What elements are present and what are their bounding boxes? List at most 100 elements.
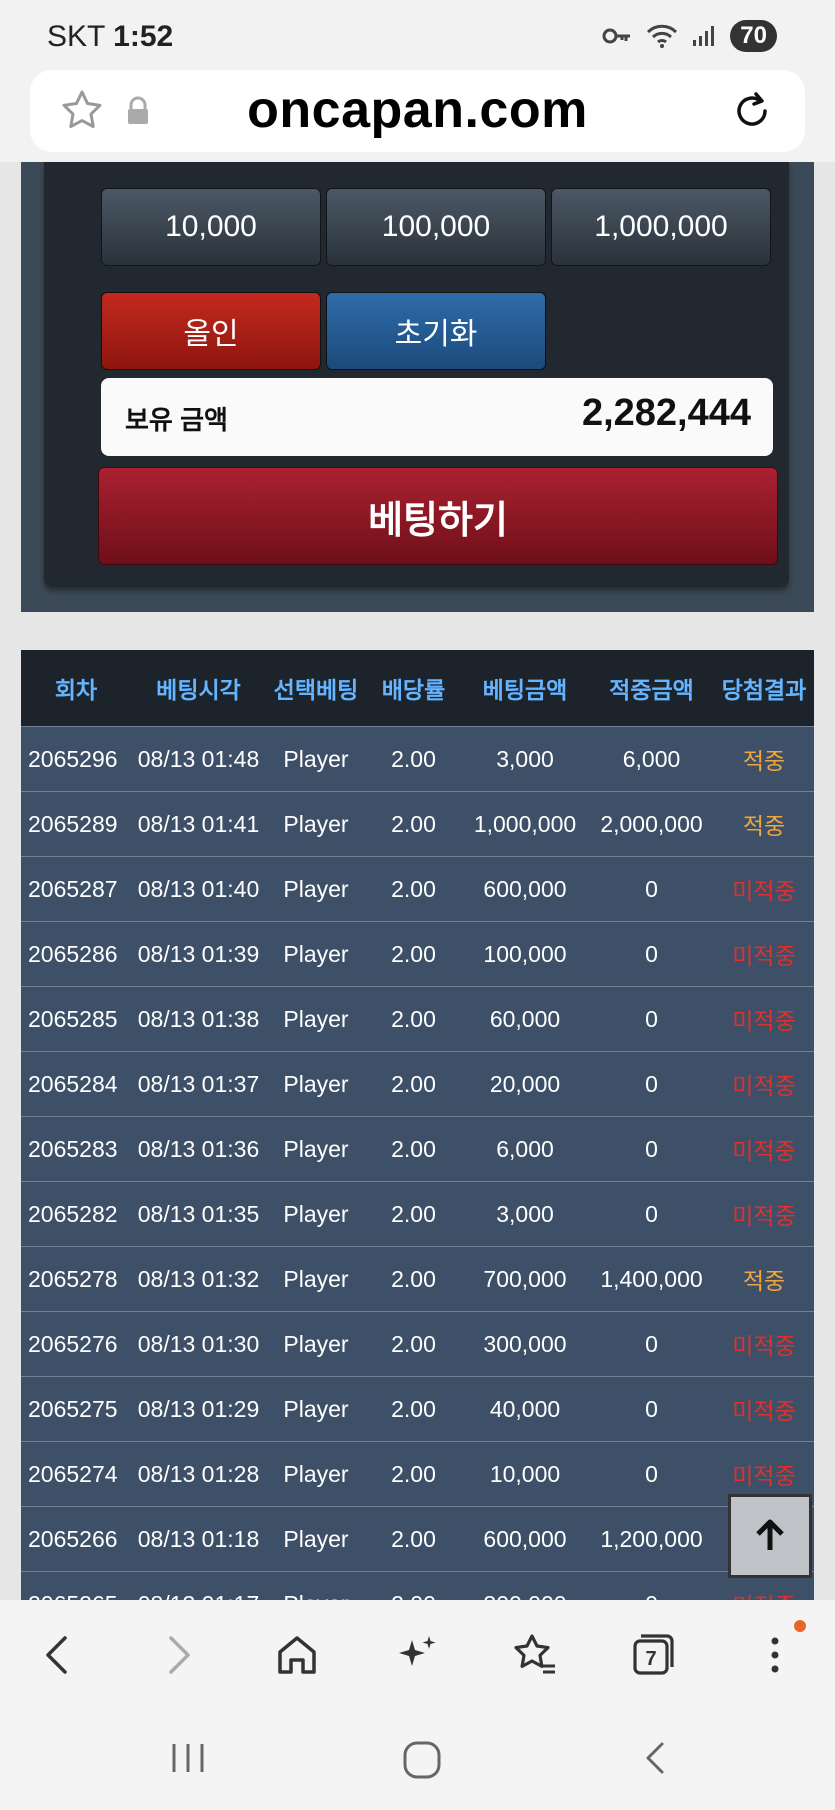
status-bar: SKT 1:52 70 [0,0,835,70]
signal-icon [693,26,715,46]
cell-bet-time: 08/13 01:32 [137,1265,260,1292]
cell-win-amount: 0 [645,1005,658,1032]
url-text: oncapan.com [247,81,588,139]
cell-result: 미적중 [732,1398,796,1424]
sparkle-icon[interactable] [392,1630,442,1680]
cell-round: 2065282 [28,1200,118,1227]
all-in-button[interactable]: 올인 [101,292,321,370]
balance-box: 보유 금액 2,282,444 [101,378,773,456]
address-bar[interactable]: oncapan.com [30,70,805,152]
table-row: 2065266 08/13 01:18 Player 2.00 600,000 1,200… [21,1506,814,1571]
tabs-icon[interactable]: 7 [628,1630,678,1680]
cell-odds: 2.00 [366,1591,461,1601]
chip-button-100000[interactable]: 100,000 [326,188,546,266]
cell-round: 2065296 [28,745,118,772]
place-bet-button[interactable]: 베팅하기 [98,467,778,565]
recent-apps-icon[interactable] [168,1738,208,1778]
table-row: 2065284 08/13 01:37 Player 2.00 20,000 0 미적중 [21,1051,814,1116]
balance-value: 2,282,444 [581,392,751,434]
cell-win-amount: 0 [645,1135,658,1162]
cell-odds: 2.00 [391,940,436,967]
reload-icon[interactable] [729,88,775,134]
more-menu-icon[interactable] [750,1630,800,1680]
cell-result: 미적중 [732,1008,796,1034]
wifi-icon [647,24,678,48]
cell-bet-time: 08/13 01:35 [137,1200,260,1227]
cell-bet-amount: 60,000 [489,1005,561,1032]
bet-panel-inner: 10,000 100,000 1,000,000 올인 초기화 보유 금액 2,… [44,162,789,587]
notification-dot [794,1620,806,1632]
back-nav-icon[interactable] [636,1738,676,1778]
cell-win-amount: 6,000 [622,745,681,772]
table-row: 2065287 08/13 01:40 Player 2.00 600,000 0 미적중 [21,856,814,921]
cell-odds: 2.00 [391,1005,436,1032]
cell-selection: Player [283,1525,349,1552]
cell-selection: Player [283,1330,349,1357]
cell-bet-amount: 700,000 [483,1265,567,1292]
cell-bet-time: 08/13 01:30 [137,1330,260,1357]
arrow-up-icon [756,1519,784,1550]
chip-button-10000[interactable]: 10,000 [101,188,321,266]
cell-bet-amount: 100,000 [483,940,567,967]
chip-button-1000000[interactable]: 1,000,000 [551,188,771,266]
cell-bet-time: 08/13 01:37 [137,1070,260,1097]
browser-toolbar: oncapan.com [0,70,835,162]
cell-selection: Player [266,1591,366,1601]
cell-round: 2065274 [28,1460,118,1487]
cell-bet-time: 08/13 01:36 [137,1135,260,1162]
cell-odds: 2.00 [391,1395,436,1422]
reset-button[interactable]: 초기화 [326,292,546,370]
cell-result: 미적중 [732,1203,796,1229]
cell-win-amount: 0 [645,1395,658,1422]
table-row: 2065283 08/13 01:36 Player 2.00 6,000 0 미적중 [21,1116,814,1181]
home-nav-icon[interactable] [400,1738,444,1782]
cell-round: 2065289 [28,810,118,837]
cell-bet-time: 08/13 01:28 [137,1460,260,1487]
cell-bet-time: 08/13 01:29 [137,1395,260,1422]
cell-win-amount: 1,400,000 [600,1265,703,1292]
table-row: 2065274 08/13 01:28 Player 2.00 10,000 0 미적중 [21,1441,814,1506]
cell-result: 적중 [742,748,786,774]
table-header: 회차 베팅시각 선택베팅 배당률 베팅금액 적중금액 당첨결과 [21,650,814,726]
cell-bet-time: 08/13 01:39 [137,940,260,967]
carrier: SKT [47,20,105,53]
browser-bottom-bar: 7 [0,1600,835,1710]
table-row: 2065286 08/13 01:39 Player 2.00 100,000 0 미적중 [21,921,814,986]
cell-result: 미적중 [732,1333,796,1359]
cell-round: 2065286 [28,940,118,967]
header-result: 당첨결과 [721,677,807,703]
cell-result: 적중 [742,1268,786,1294]
cell-selection: Player [283,875,349,902]
cell-odds: 2.00 [391,745,436,772]
cell-result: 미적중 [714,1587,814,1600]
table-row: 2065289 08/13 01:41 Player 2.00 1,000,000 2,0… [21,791,814,856]
cell-bet-time: 08/13 01:18 [137,1525,260,1552]
table-row: 2065278 08/13 01:32 Player 2.00 700,000 1,400… [21,1246,814,1311]
key-icon [602,28,631,44]
header-bet-time: 베팅시각 [156,677,241,703]
cell-bet-amount: 300,000 [483,1330,567,1357]
cell-selection: Player [283,1070,349,1097]
home-icon[interactable] [272,1630,322,1680]
cell-win-amount: 0 [645,940,658,967]
back-icon[interactable] [33,1630,83,1680]
cell-selection: Player [283,1460,349,1487]
cell-round: 2065284 [28,1070,118,1097]
table-body: 2065296 08/13 01:48 Player 2.00 3,000 6,000 적중… [21,726,814,1600]
header-selection: 선택베팅 [273,677,359,703]
bookmarks-icon[interactable] [510,1630,560,1680]
cell-bet-time: 08/13 01:40 [137,875,260,902]
cell-win-amount: 0 [645,1330,658,1357]
forward-icon[interactable] [153,1630,203,1680]
cell-odds: 2.00 [391,1135,436,1162]
scroll-to-top-button[interactable] [728,1494,812,1578]
cell-selection: Player [283,1135,349,1162]
cell-bet-amount: 3,000 [496,745,554,772]
cell-bet-amount: 600,000 [483,875,567,902]
cell-result: 적중 [742,813,786,839]
cell-bet-amount: 20,000 [489,1070,561,1097]
cell-bet-amount: 600,000 [483,1525,567,1552]
cell-result: 미적중 [732,1138,796,1164]
battery-indicator: 70 [730,20,777,52]
tab-count: 7 [645,1648,656,1670]
